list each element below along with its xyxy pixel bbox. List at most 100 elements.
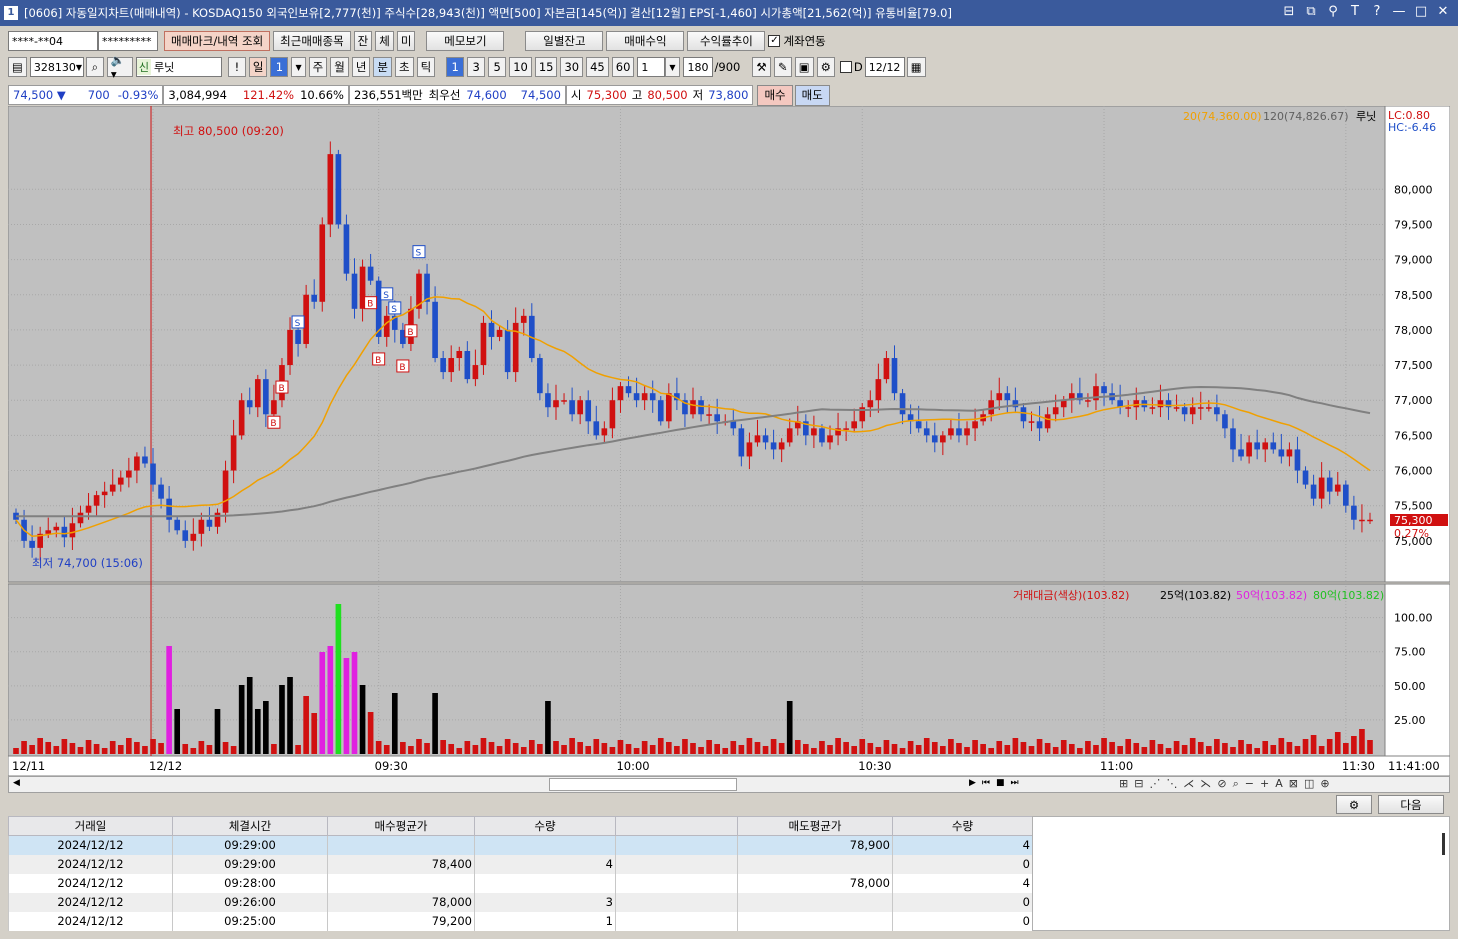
app-icon: 1 <box>4 6 18 20</box>
indicator-icon[interactable]: ⚒ <box>752 57 771 77</box>
interval-1[interactable]: 1 <box>446 57 465 77</box>
stop-icon[interactable]: ■ <box>996 778 1005 788</box>
trade-profit-button[interactable]: 매매수익 <box>606 31 685 51</box>
price-chart[interactable]: BBBBBBSSSS 80,000 79,500 79,000 78,500 78,00… <box>7 105 1451 777</box>
help-icon[interactable]: ? <box>1370 4 1384 19</box>
recent-stocks-button[interactable]: 최근매매종목 <box>273 31 351 51</box>
candle <box>1310 484 1317 499</box>
bar-count-input[interactable]: 180 <box>682 57 713 77</box>
executed-button[interactable]: 체 <box>375 31 394 51</box>
chevron-down-icon[interactable]: ▼ <box>665 57 680 77</box>
volume-bar <box>835 738 841 754</box>
daily-balance-button[interactable]: 일별잔고 <box>525 31 604 51</box>
last-icon[interactable]: ⏭ <box>1011 778 1019 788</box>
col-buy-qty[interactable]: 수량 <box>474 816 616 836</box>
table-row[interactable]: 2024/12/12 09:25:00 79,200 1 0 <box>8 911 1033 931</box>
col-sell-qty[interactable]: 수량 <box>892 816 1033 836</box>
panel-scrollbar[interactable] <box>1442 833 1445 855</box>
col-buy-avg[interactable]: 매수평균가 <box>327 816 475 836</box>
sell-button[interactable]: 매도 <box>794 84 830 106</box>
interval-10[interactable]: 10 <box>509 57 532 77</box>
interval-45[interactable]: 45 <box>586 57 609 77</box>
period-second[interactable]: 초 <box>395 57 414 77</box>
marks-query-button[interactable]: 매매마크/내역 조회 <box>164 31 271 51</box>
gear-icon[interactable]: ⚙ <box>1336 795 1372 814</box>
period-year[interactable]: 년 <box>351 57 371 77</box>
buy-button[interactable]: 매수 <box>757 84 793 106</box>
table-cell <box>615 854 738 874</box>
volume-bar <box>142 746 148 754</box>
close-icon[interactable]: ✕ <box>1436 4 1450 19</box>
font-icon[interactable]: T <box>1348 4 1362 19</box>
layout-icon[interactable]: ⊟ <box>1282 4 1296 19</box>
first-icon[interactable]: ⏮ <box>982 778 990 788</box>
volume-bar <box>1302 739 1309 754</box>
volume-bar <box>77 747 84 754</box>
volume-bar <box>456 748 463 754</box>
chart-tool-icons[interactable]: ⊞⊟⋰⋱⋌⋋⊘⌕−+A⊠◫⊕ <box>1119 777 1336 791</box>
volume-bar <box>69 743 76 754</box>
interval-count-select[interactable]: 1 <box>637 57 666 77</box>
best-label: 최우선 <box>428 88 461 102</box>
chevron-down-icon[interactable]: ▼ <box>291 57 306 77</box>
col-exec-time[interactable]: 체결시간 <box>172 816 328 836</box>
candle <box>77 512 84 524</box>
candle <box>246 400 253 408</box>
scroll-thumb[interactable] <box>549 778 737 791</box>
candle <box>496 329 503 337</box>
candle <box>1133 400 1140 408</box>
interval-30[interactable]: 30 <box>560 57 584 77</box>
balance-button[interactable]: 잔 <box>353 31 373 51</box>
volume-bar <box>1286 742 1293 754</box>
interval-5[interactable]: 5 <box>488 57 507 77</box>
period-day[interactable]: 일 <box>248 57 268 77</box>
d-checkbox[interactable] <box>839 61 852 73</box>
account-link-checkbox[interactable]: ✓ 계좌연동 <box>768 33 826 49</box>
period-tick[interactable]: 틱 <box>416 57 436 77</box>
period-day-count[interactable]: 1 <box>270 57 289 77</box>
interval-3[interactable]: 3 <box>467 57 486 77</box>
table-row[interactable]: 2024/12/12 09:29:00 78,900 4 <box>8 835 1033 855</box>
return-trend-button[interactable]: 수익률추이 <box>687 31 766 51</box>
maximize-icon[interactable]: □ <box>1414 4 1428 19</box>
stock-name-field[interactable]: 신 루닛 <box>135 57 222 77</box>
col-trade-date[interactable]: 거래일 <box>8 816 173 836</box>
scroll-controls[interactable]: ▶ ⏮ ■ ⏭ <box>969 778 1019 788</box>
table-cell <box>615 892 738 912</box>
table-cell <box>737 892 893 912</box>
save-icon[interactable]: ▣ <box>794 57 814 77</box>
minimize-icon[interactable]: — <box>1392 4 1406 19</box>
sound-icon[interactable]: 🔈▾ <box>106 53 133 81</box>
memo-button[interactable]: 메모보기 <box>426 31 505 51</box>
period-minute[interactable]: 분 <box>373 57 392 77</box>
chart-scrollbar[interactable]: ◀ ▶ ⏮ ■ ⏭ ⊞⊟⋰⋱⋌⋋⊘⌕−+A⊠◫⊕ <box>8 776 1450 793</box>
restore-layout-icon[interactable]: ⧉ <box>1304 4 1318 19</box>
period-month[interactable]: 월 <box>330 57 349 77</box>
unfilled-button[interactable]: 미 <box>396 31 416 51</box>
draw-tool-icon[interactable]: ✎ <box>773 57 792 77</box>
table-row[interactable]: 2024/12/12 09:29:00 78,400 4 0 <box>8 854 1033 874</box>
volume-bar <box>1181 745 1188 754</box>
stock-search-icon[interactable]: ▤ <box>8 57 27 77</box>
interval-60[interactable]: 60 <box>611 57 635 77</box>
interval-15[interactable]: 15 <box>534 57 558 77</box>
table-row[interactable]: 2024/12/12 09:26:00 78,000 3 0 <box>8 892 1033 912</box>
calendar-icon[interactable]: ▦ <box>906 57 926 77</box>
scroll-right-icon[interactable]: ▶ <box>969 778 976 788</box>
volume-bar <box>778 743 785 754</box>
scroll-left-icon[interactable]: ◀ <box>13 778 20 788</box>
stock-code-input[interactable]: 328130 ▼ <box>29 57 84 77</box>
alert-button[interactable]: ! <box>227 57 246 77</box>
next-button[interactable]: 다음 <box>1378 795 1444 814</box>
search-icon[interactable]: ⌕ <box>85 57 104 77</box>
account-select[interactable]: ****-**04 <box>8 31 98 51</box>
period-week[interactable]: 주 <box>308 57 328 77</box>
table-row[interactable]: 2024/12/12 09:28:00 78,000 4 <box>8 873 1033 893</box>
date-input[interactable]: 12/12 <box>864 57 905 77</box>
password-field[interactable]: ********* <box>98 31 158 51</box>
pin-icon[interactable]: ⚲ <box>1326 4 1340 19</box>
volume-bar <box>1052 747 1059 754</box>
col-sell-avg[interactable]: 매도평균가 <box>737 816 893 836</box>
chart-svg[interactable]: BBBBBBSSSS 80,00079,50079,00078,50078,00… <box>7 105 1451 777</box>
gear-icon[interactable]: ⚙ <box>816 57 835 77</box>
